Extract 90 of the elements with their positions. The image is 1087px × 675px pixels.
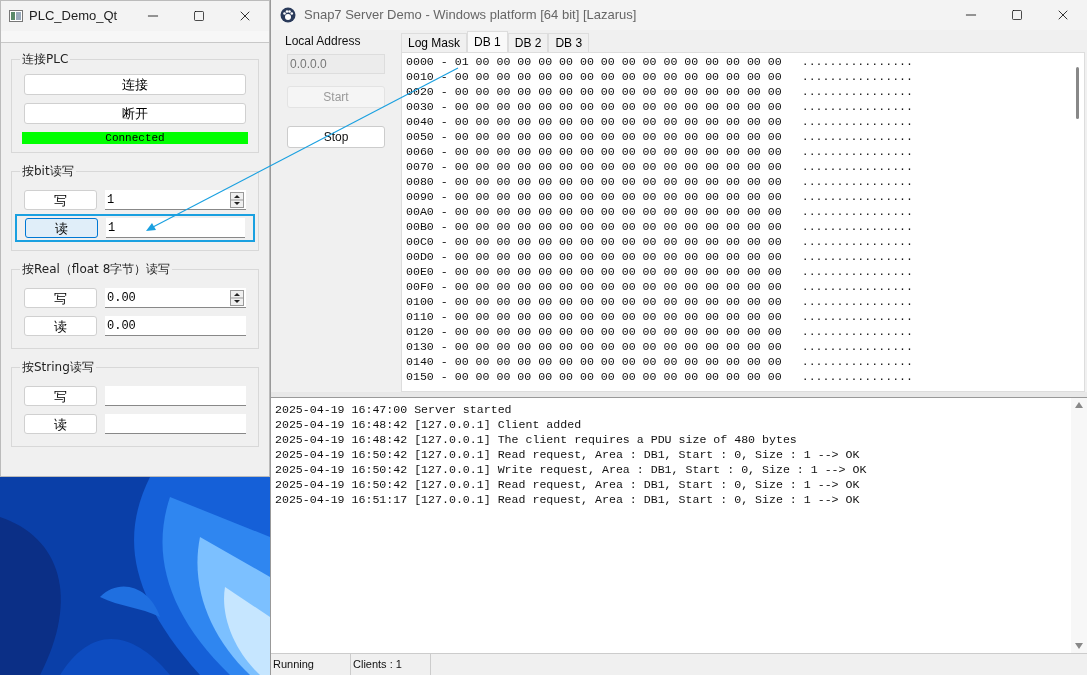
- hex-line: 0070 - 00 00 00 00 00 00 00 00 00 00 00 00 00 00 00 00: [406, 159, 782, 174]
- input-field[interactable]: [105, 414, 246, 434]
- window-title: PLC_Demo_Qt: [29, 7, 118, 26]
- ascii-text: ................: [801, 339, 914, 354]
- group-title: 按String读写: [20, 359, 96, 375]
- hex-line: 0140 - 00 00 00 00 00 00 00 00 00 00 00 00 00 00 00 00: [406, 354, 782, 369]
- hex-line: 00B0 - 00 00 00 00 00 00 00 00 00 00 00 00 00 00 00 00: [406, 219, 782, 234]
- maximize-icon[interactable]: [193, 10, 205, 22]
- hex-line: 00A0 - 00 00 00 00 00 00 00 00 00 00 00 00 00 00 00 00: [406, 204, 782, 219]
- group-title: 按Real（float 8字节）读写: [20, 261, 173, 277]
- status-text: Clients : 1: [351, 654, 431, 675]
- ascii-text: ................: [801, 309, 914, 324]
- ascii-text: ................: [801, 159, 914, 174]
- action-button[interactable]: 读: [24, 316, 97, 336]
- log-line: 2025-04-19 16:48:42 [127.0.0.1] Client added: [275, 417, 583, 432]
- action-button[interactable]: 断开: [24, 103, 246, 124]
- tab[interactable]: Log Mask: [401, 33, 468, 52]
- ascii-text: ................: [801, 144, 914, 159]
- splitter[interactable]: [271, 392, 1087, 398]
- hex-line: 0030 - 00 00 00 00 00 00 00 00 00 00 00 00 00 00 00 00: [406, 99, 782, 114]
- spin-arrows-icon[interactable]: [230, 289, 244, 306]
- scroll-down-icon[interactable]: [1075, 643, 1083, 649]
- ascii-text: ................: [801, 354, 914, 369]
- log-line: 2025-04-19 16:50:42 [127.0.0.1] Read request, Area : DB1, Start : 0, Size : 1 --> OK: [275, 447, 861, 462]
- hex-line: 00D0 - 00 00 00 00 00 00 00 00 00 00 00 00 00 00 00 00: [406, 249, 782, 264]
- action-button[interactable]: 写: [24, 386, 97, 406]
- spin-arrows-icon[interactable]: [230, 191, 244, 208]
- log-line: 2025-04-19 16:50:42 [127.0.0.1] Write request, Area : DB1, Start : 0, Size : 1 --> OK: [275, 462, 868, 477]
- ascii-text: ................: [801, 114, 914, 129]
- app-icon: [9, 10, 23, 22]
- ascii-text: ................: [801, 264, 914, 279]
- spin-box[interactable]: 0.00: [105, 288, 246, 308]
- action-button[interactable]: 写: [24, 288, 97, 308]
- log-line: 2025-04-19 16:51:17 [127.0.0.1] Read request, Area : DB1, Start : 0, Size : 1 --> OK: [275, 492, 861, 507]
- action-button[interactable]: 写: [24, 190, 97, 210]
- hex-line: 0150 - 00 00 00 00 00 00 00 00 00 00 00 00 00 00 00 00: [406, 369, 782, 384]
- tab[interactable]: DB 3: [548, 33, 590, 52]
- ascii-text: ................: [801, 129, 914, 144]
- hex-line: 0100 - 00 00 00 00 00 00 00 00 00 00 00 00 00 00 00 00: [406, 294, 782, 309]
- hex-line: 0120 - 00 00 00 00 00 00 00 00 00 00 00 00 00 00 00 00: [406, 324, 782, 339]
- ascii-text: ................: [801, 54, 914, 69]
- group-title: 连接PLC: [20, 51, 71, 67]
- ascii-text: ................: [801, 84, 914, 99]
- group-title: 按bit读写: [20, 163, 76, 179]
- hex-line: 0130 - 00 00 00 00 00 00 00 00 00 00 00 00 00 00 00 00: [406, 339, 782, 354]
- ascii-text: ................: [801, 174, 914, 189]
- hex-line: 00C0 - 00 00 00 00 00 00 00 00 00 00 00 00 00 00 00 00: [406, 234, 782, 249]
- spin-box[interactable]: 1: [105, 190, 246, 210]
- hex-line: 0040 - 00 00 00 00 00 00 00 00 00 00 00 00 00 00 00 00: [406, 114, 782, 129]
- ascii-text: ................: [801, 279, 914, 294]
- field-label: Local Address: [285, 33, 362, 50]
- hex-line: 0090 - 00 00 00 00 00 00 00 00 00 00 00 00 00 00 00 00: [406, 189, 782, 204]
- hex-line: 0080 - 00 00 00 00 00 00 00 00 00 00 00 00 00 00 00 00: [406, 174, 782, 189]
- stop-button[interactable]: Stop: [287, 126, 385, 148]
- hex-line: 00E0 - 00 00 00 00 00 00 00 00 00 00 00 00 00 00 00 00: [406, 264, 782, 279]
- hex-line: 0050 - 00 00 00 00 00 00 00 00 00 00 00 00 00 00 00 00: [406, 129, 782, 144]
- action-button[interactable]: 读: [24, 414, 97, 434]
- ascii-text: ................: [801, 324, 914, 339]
- log-line: 2025-04-19 16:48:42 [127.0.0.1] The client requires a PDU size of 480 bytes: [275, 432, 798, 447]
- scroll-up-icon[interactable]: [1075, 402, 1083, 408]
- ascii-text: ................: [801, 294, 914, 309]
- window-title: Snap7 Server Demo - Windows platform [64 bit] [Lazarus]: [304, 6, 637, 25]
- input-field[interactable]: 0.00: [105, 316, 246, 336]
- status-text: Running: [271, 654, 351, 675]
- scrollbar[interactable]: [1071, 398, 1087, 653]
- ascii-text: ................: [801, 204, 914, 219]
- tab[interactable]: DB 2: [507, 33, 549, 52]
- hex-line: 00F0 - 00 00 00 00 00 00 00 00 00 00 00 00 00 00 00 00: [406, 279, 782, 294]
- status-bar: Connected: [22, 132, 248, 144]
- ascii-text: ................: [801, 219, 914, 234]
- ascii-text: ................: [801, 234, 914, 249]
- ascii-text: ................: [801, 69, 914, 84]
- ascii-text: ................: [801, 369, 914, 384]
- log-line: 2025-04-19 16:47:00 Server started: [275, 402, 513, 417]
- paw-icon: [280, 7, 296, 23]
- ascii-text: ................: [801, 249, 914, 264]
- action-button[interactable]: 连接: [24, 74, 246, 95]
- ascii-text: ................: [801, 99, 914, 114]
- hex-line: 0010 - 00 00 00 00 00 00 00 00 00 00 00 00 00 00 00 00: [406, 69, 782, 84]
- log-line: 2025-04-19 16:50:42 [127.0.0.1] Read request, Area : DB1, Start : 0, Size : 1 --> OK: [275, 477, 861, 492]
- maximize-icon[interactable]: [1011, 9, 1023, 21]
- hex-line: 0000 - 01 00 00 00 00 00 00 00 00 00 00 00 00 00 00 00: [406, 54, 782, 69]
- tab[interactable]: DB 1: [467, 31, 508, 52]
- ascii-text: ................: [801, 189, 914, 204]
- hex-line: 0110 - 00 00 00 00 00 00 00 00 00 00 00 00 00 00 00 00: [406, 309, 782, 324]
- input-field[interactable]: 1: [106, 218, 245, 238]
- address-field[interactable]: 0.0.0.0: [287, 54, 385, 74]
- input-field[interactable]: [105, 386, 246, 406]
- action-button[interactable]: 读: [25, 218, 98, 238]
- hex-line: 0060 - 00 00 00 00 00 00 00 00 00 00 00 00 00 00 00 00: [406, 144, 782, 159]
